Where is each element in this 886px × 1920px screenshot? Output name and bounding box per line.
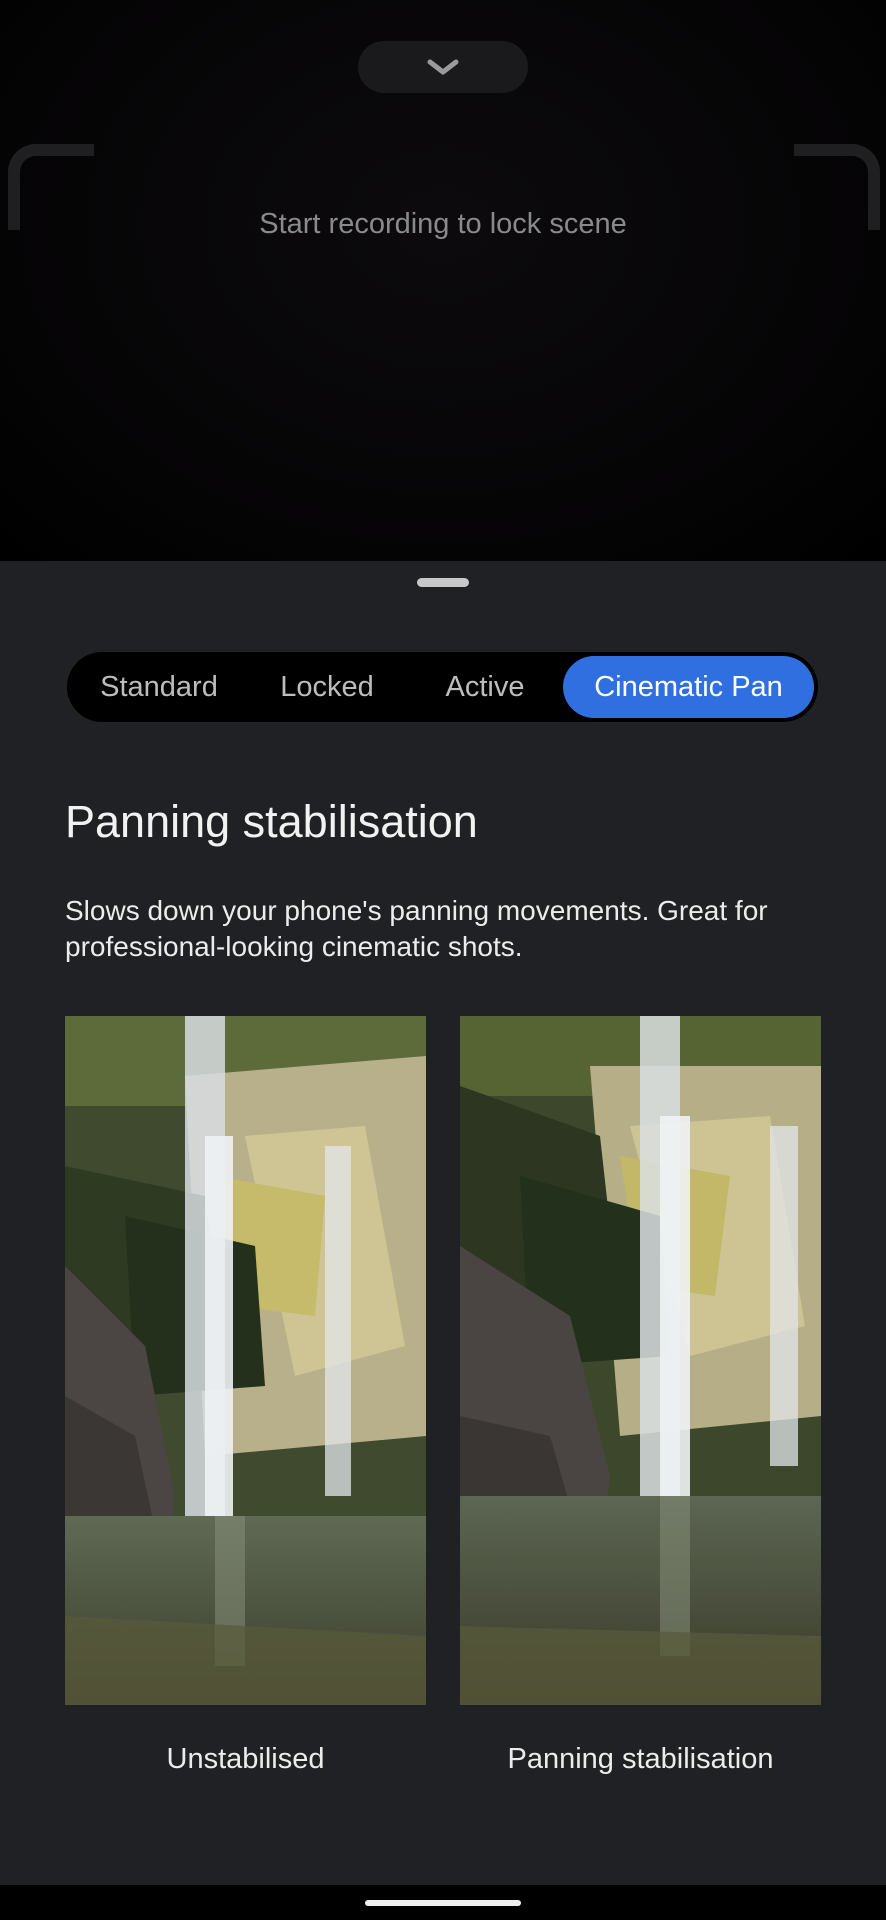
collapse-button[interactable]	[358, 41, 528, 93]
unstabilised-preview-image	[65, 1016, 426, 1705]
camera-viewfinder[interactable]: Start recording to lock scene	[0, 0, 886, 561]
mode-locked-button[interactable]: Locked	[247, 656, 407, 718]
mode-active-button[interactable]: Active	[407, 656, 563, 718]
stabilisation-mode-selector: Standard Locked Active Cinematic Pan	[67, 652, 818, 722]
chevron-down-icon	[427, 59, 459, 75]
mode-description: Slows down your phone's panning movement…	[65, 895, 768, 962]
stabilisation-bottom-sheet: Standard Locked Active Cinematic Pan Pan…	[0, 561, 886, 1885]
lock-scene-hint: Start recording to lock scene	[259, 208, 627, 240]
sheet-drag-handle[interactable]	[417, 578, 469, 587]
mode-title: Panning stabilisation	[65, 796, 478, 847]
stabilised-preview-image	[460, 1016, 821, 1705]
panning-stabilisation-caption: Panning stabilisation	[507, 1743, 774, 1775]
mode-cinematic-pan-button[interactable]: Cinematic Pan	[563, 656, 814, 718]
mode-standard-button[interactable]: Standard	[71, 656, 247, 718]
unstabilised-caption: Unstabilised	[166, 1743, 325, 1775]
system-navigation-bar	[0, 1885, 886, 1920]
home-gesture-handle[interactable]	[365, 1900, 521, 1906]
